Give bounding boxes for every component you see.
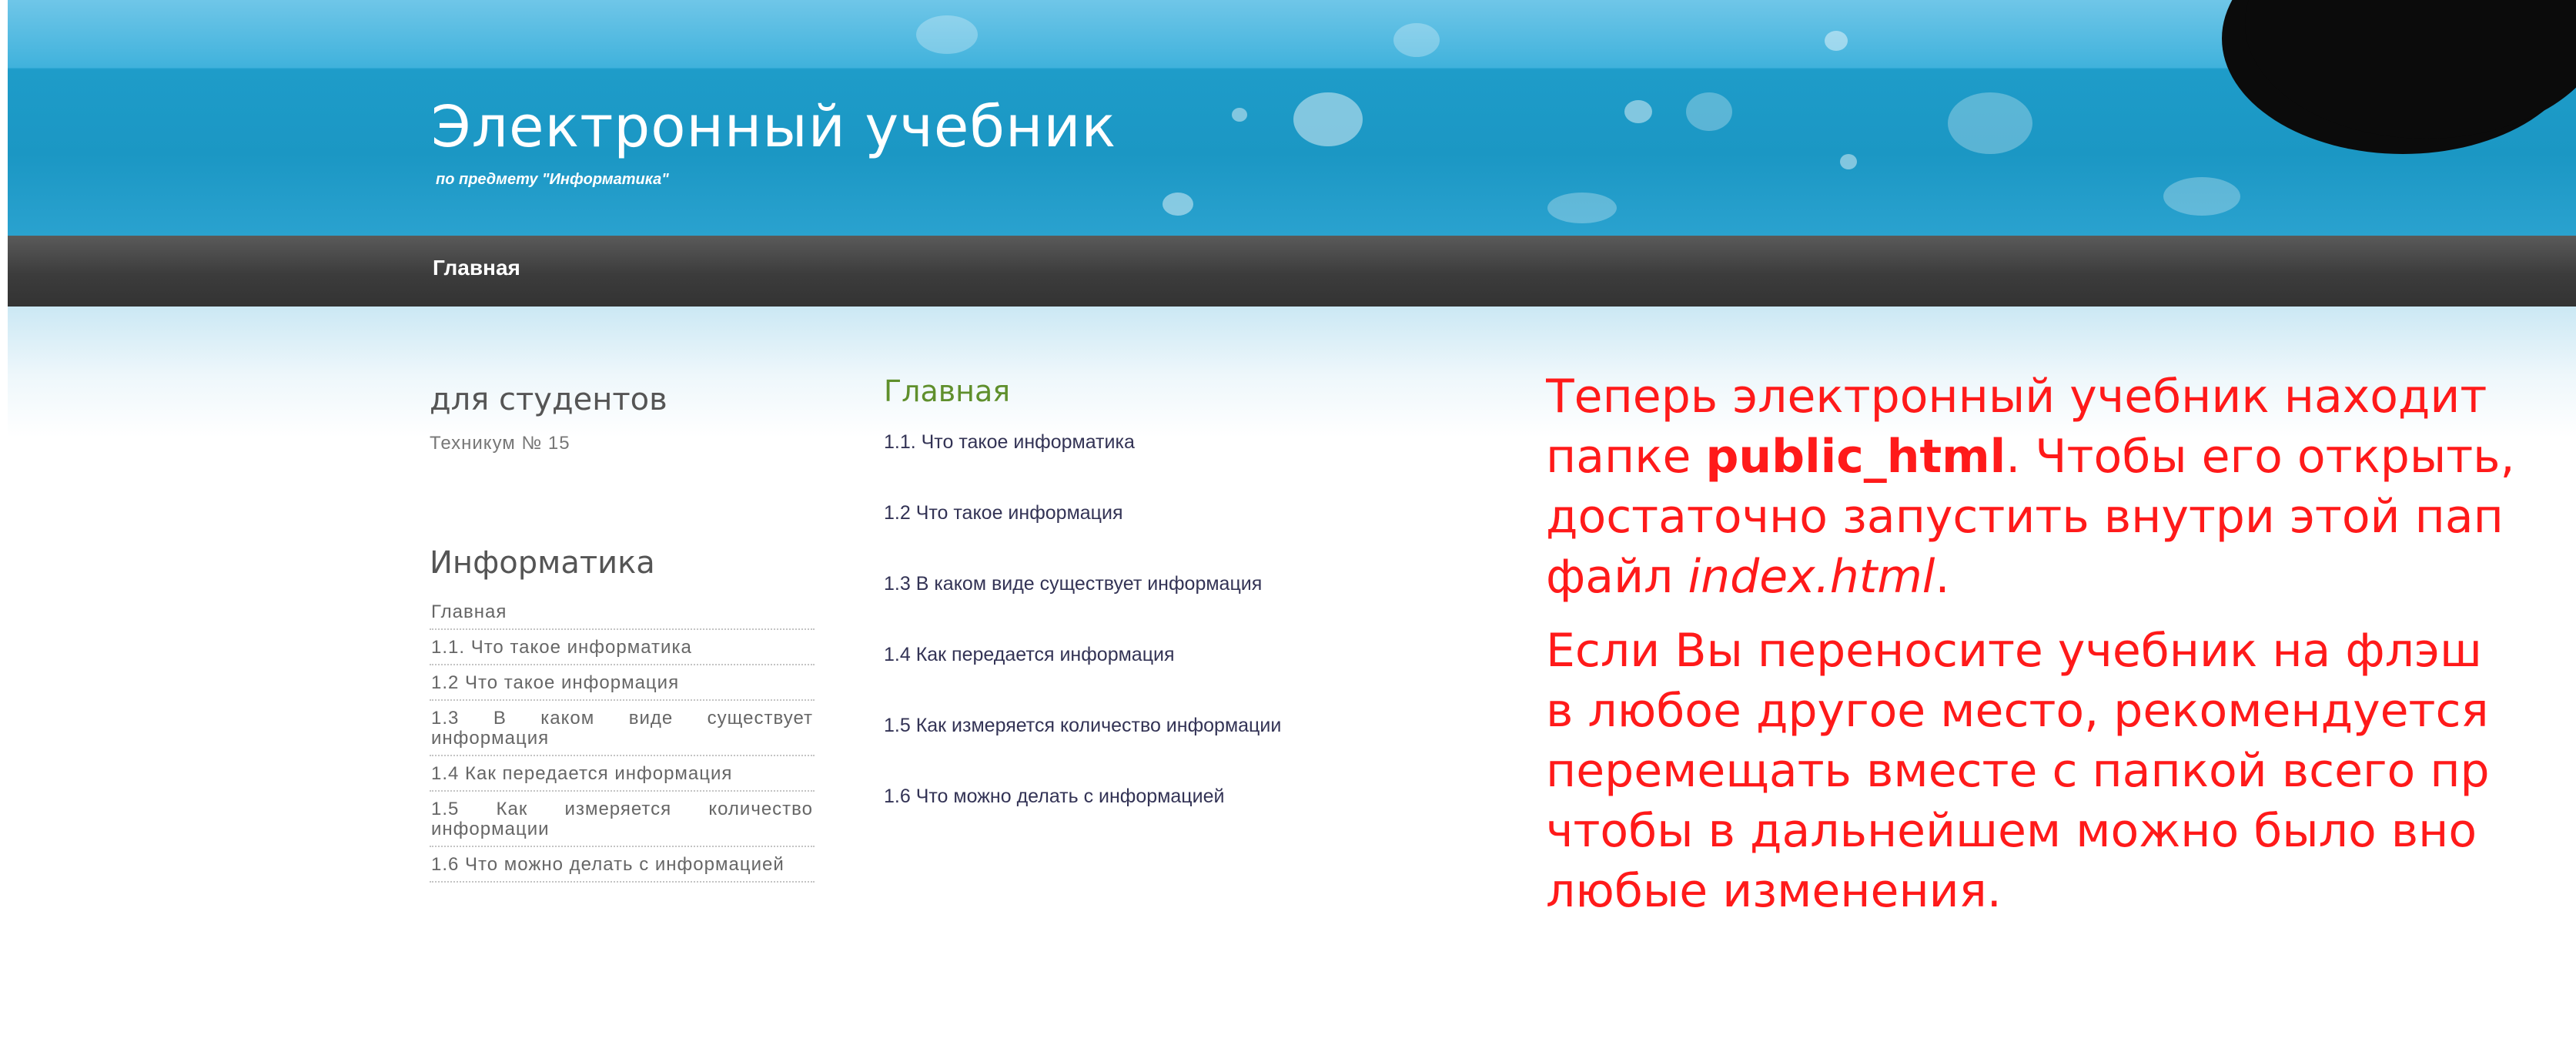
topic-link-1-2[interactable]: 1.2 Что такое информация <box>884 501 1515 571</box>
sidebar-item-1-6[interactable]: 1.6 Что можно делать с информацией <box>430 847 815 883</box>
sidebar-item-1-4[interactable]: 1.4 Как передается информация <box>430 756 815 792</box>
folder-name: public_html <box>1705 430 2006 484</box>
sidebar-menu: Главная 1.1. Что такое информатика 1.2 Ч… <box>430 595 815 883</box>
file-name: index.html <box>1688 550 1935 604</box>
instruction-paragraph-1: Теперь электронный учебник находит папке … <box>1546 367 2576 607</box>
instruction-paragraph-2: Если Вы переносите учебник на флэш в любо… <box>1546 621 2576 921</box>
topic-link-1-5[interactable]: 1.5 Как измеряется количество информации <box>884 713 1515 784</box>
instruction-text-line: чтобы в дальнейшем можно было вно <box>1546 804 2477 858</box>
main-nav-bar: Главная <box>8 236 2576 307</box>
site-subtitle: по предмету "Информатика" <box>436 171 669 188</box>
site-title: Электронный учебник <box>431 94 1117 160</box>
decor-splash <box>2163 177 2240 216</box>
sidebar-college-name: Техникум № 15 <box>430 433 570 454</box>
decor-splash <box>1948 92 2032 154</box>
header-top-band <box>8 0 2576 68</box>
decor-splash <box>1624 100 1652 123</box>
main-column: Главная 1.1. Что такое информатика 1.2 Ч… <box>884 374 1515 855</box>
instruction-text-line: . <box>1935 550 1950 604</box>
nav-home-link[interactable]: Главная <box>433 256 520 280</box>
decor-splash <box>1232 108 1247 122</box>
corner-decoration <box>2245 0 2576 139</box>
sidebar-heading-informatics: Информатика <box>430 545 655 581</box>
decor-splash <box>1686 92 1732 131</box>
instruction-text-line: папке <box>1546 430 1706 484</box>
decor-splash <box>1393 23 1440 57</box>
instruction-text-line: перемещать вместе с папкой всего пр <box>1546 744 2490 798</box>
instruction-text-line: любые изменения. <box>1546 864 2002 918</box>
sidebar: для студентов Техникум № 15 Информатика … <box>430 382 822 883</box>
left-gutter <box>0 0 8 1062</box>
sidebar-item-1-1[interactable]: 1.1. Что такое информатика <box>430 630 815 665</box>
instruction-text-line: файл <box>1546 550 1688 604</box>
decor-splash <box>1825 31 1848 51</box>
sidebar-item-1-5[interactable]: 1.5 Как измеряется количество информации <box>430 792 815 847</box>
instruction-text-line: в любое другое место, рекомендуется <box>1546 684 2489 738</box>
decor-splash <box>1293 92 1363 146</box>
sidebar-item-1-3[interactable]: 1.3 В каком виде существует информация <box>430 701 815 756</box>
sidebar-heading-students: для студентов <box>430 382 667 417</box>
decor-splash <box>1840 154 1857 169</box>
instruction-text-line: Теперь электронный учебник находит <box>1546 370 2487 424</box>
page-title: Главная <box>884 374 1011 408</box>
sidebar-item-1-2[interactable]: 1.2 Что такое информация <box>430 665 815 701</box>
instruction-text-line: . Чтобы его открыть, <box>2006 430 2515 484</box>
sidebar-item-home[interactable]: Главная <box>430 595 815 630</box>
decor-splash <box>916 15 978 54</box>
topic-link-list: 1.1. Что такое информатика 1.2 Что такое… <box>884 430 1515 855</box>
instruction-text: Теперь электронный учебник находит папке … <box>1546 367 2576 921</box>
site-header: Электронный учебник по предмету "Информа… <box>8 0 2576 236</box>
topic-link-1-6[interactable]: 1.6 Что можно делать с информацией <box>884 784 1515 855</box>
instruction-text-line: Если Вы переносите учебник на флэш <box>1546 624 2482 678</box>
instruction-text-line: достаточно запустить внутри этой пап <box>1546 490 2504 544</box>
decor-splash <box>1163 193 1193 216</box>
decor-splash <box>1547 193 1617 223</box>
topic-link-1-4[interactable]: 1.4 Как передается информация <box>884 642 1515 713</box>
topic-link-1-3[interactable]: 1.3 В каком виде существует информация <box>884 571 1515 642</box>
topic-link-1-1[interactable]: 1.1. Что такое информатика <box>884 430 1515 501</box>
